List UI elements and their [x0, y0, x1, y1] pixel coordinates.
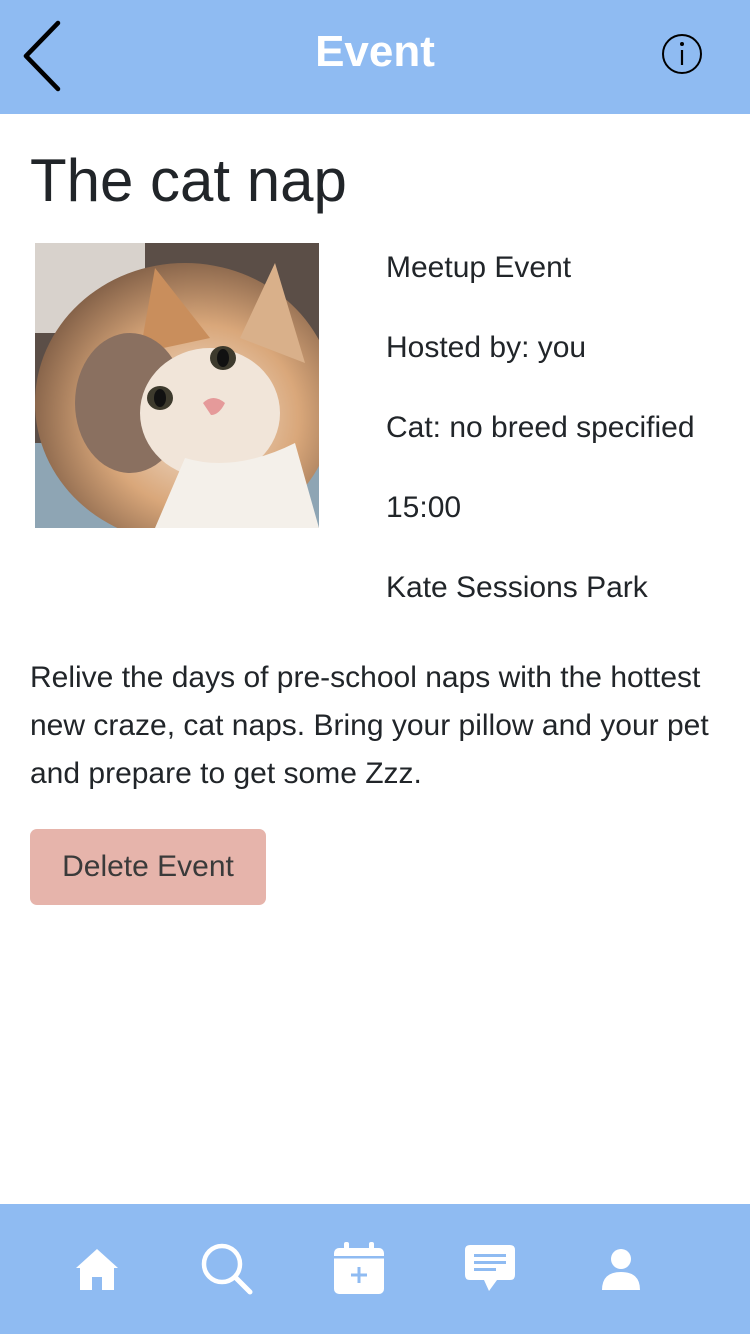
home-icon	[76, 1249, 118, 1290]
bottom-tab-bar	[0, 1204, 750, 1334]
delete-event-button[interactable]: Delete Event	[30, 829, 266, 905]
event-type: Meetup Event	[386, 251, 572, 284]
tab-profile[interactable]	[586, 1234, 656, 1304]
page-title: Event	[315, 27, 435, 76]
event-description: Relive the days of pre-school naps with …	[30, 661, 709, 790]
event-photo	[35, 243, 319, 528]
event-cat-breed: Cat: no breed specified	[386, 411, 695, 444]
tab-home[interactable]	[62, 1234, 132, 1304]
event-time: 15:00	[386, 491, 462, 524]
info-icon	[662, 34, 702, 74]
tab-messages[interactable]	[455, 1234, 525, 1304]
chat-icon	[465, 1245, 515, 1291]
tab-create-event[interactable]	[324, 1234, 394, 1304]
profile-icon	[602, 1249, 640, 1290]
calendar-add-icon	[334, 1242, 384, 1294]
search-icon	[201, 1243, 253, 1295]
event-host: Hosted by: you	[386, 331, 587, 364]
tab-search[interactable]	[192, 1234, 262, 1304]
info-button[interactable]	[656, 30, 708, 78]
event-location: Kate Sessions Park	[386, 571, 648, 604]
top-nav-bar: Event	[0, 0, 750, 114]
event-details: Meetup Event Hosted by: you Cat: no bree…	[386, 248, 695, 648]
event-title: The cat nap	[30, 147, 347, 214]
